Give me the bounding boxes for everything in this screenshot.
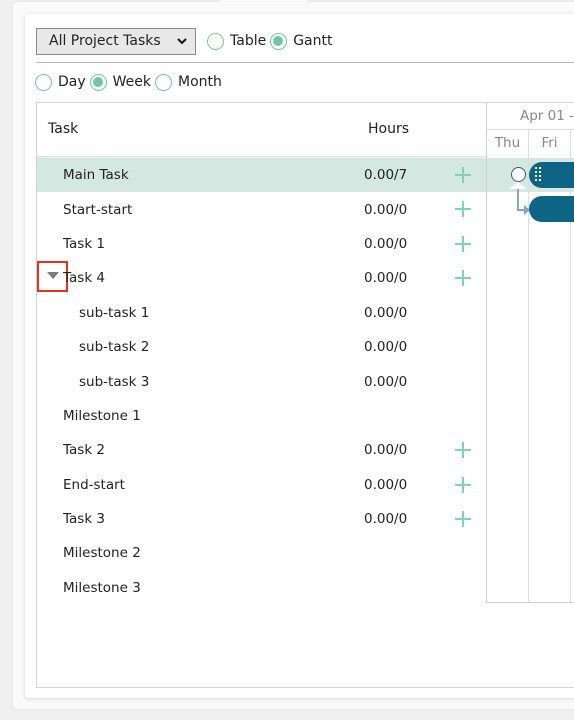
- task-name: End-start: [63, 476, 125, 493]
- caret-down-icon: [46, 272, 59, 280]
- task-row[interactable]: Task 4 0.00/0: [37, 261, 486, 295]
- task-hours: 0.00/0: [364, 201, 408, 218]
- task-rows: Main Task 0.00/7 Start-start 0.00/0 Task 1 0.…: [37, 158, 486, 605]
- task-name: sub-task 2: [79, 339, 150, 356]
- task-row[interactable]: Task 3 0.00/0: [37, 502, 486, 536]
- task-name: Main Task: [63, 167, 129, 184]
- task-name: Milestone 3: [63, 579, 141, 596]
- task-row[interactable]: End-start 0.00/0: [37, 468, 486, 502]
- task-row[interactable]: Milestone 2: [37, 536, 486, 570]
- week-scale-radio[interactable]: [89, 73, 107, 91]
- task-name: Milestone 1: [63, 407, 141, 424]
- drag-handle-icon[interactable]: [534, 166, 544, 184]
- gantt-chart: Apr 01 - Thu Fri: [486, 103, 574, 603]
- task-filter-select[interactable]: All Project Tasks: [36, 27, 196, 55]
- week-scale-label[interactable]: Week: [113, 74, 151, 90]
- task-hours: 0.00/0: [364, 304, 408, 321]
- task-name: Task 1: [63, 235, 106, 252]
- task-grid-header: Task Hours: [37, 103, 486, 157]
- month-scale-label[interactable]: Month: [178, 74, 222, 90]
- task-hours: 0.00/0: [364, 339, 408, 356]
- day-scale-label[interactable]: Day: [58, 74, 86, 90]
- task-hours: 0.00/0: [364, 235, 408, 252]
- hours-column-header[interactable]: Hours: [368, 121, 409, 137]
- task-name: Task 3: [63, 511, 106, 528]
- add-subtask-icon[interactable]: [454, 510, 472, 528]
- task-row[interactable]: Task 2 0.00/0: [37, 433, 486, 467]
- add-subtask-icon[interactable]: [454, 441, 472, 459]
- day-scale-radio[interactable]: [35, 73, 52, 91]
- task-row[interactable]: sub-task 1 0.00/0: [37, 296, 486, 330]
- task-name: sub-task 3: [79, 373, 150, 390]
- task-name: Milestone 2: [63, 545, 141, 562]
- gantt-grid: Task Hours Main Task 0.00/7 Start-start 0.0…: [36, 102, 574, 688]
- gantt-week-label: Apr 01 -: [487, 103, 574, 130]
- gantt-bar-start-start[interactable]: [529, 196, 574, 222]
- task-row[interactable]: Main Task 0.00/7: [37, 158, 486, 193]
- task-hours: 0.00/0: [364, 442, 408, 459]
- link-handle-pointer: [509, 182, 527, 189]
- task-hours: 0.00/7: [364, 167, 408, 184]
- task-row[interactable]: Milestone 1: [37, 399, 486, 433]
- add-subtask-icon[interactable]: [454, 235, 472, 253]
- gantt-day-thu: Thu: [487, 130, 529, 157]
- gantt-day-fri: Fri: [529, 130, 571, 157]
- gantt-view-label[interactable]: Gantt: [293, 33, 332, 49]
- task-row[interactable]: sub-task 2 0.00/0: [37, 330, 486, 364]
- task-column-header[interactable]: Task: [48, 121, 78, 137]
- task-hours: 0.00/0: [364, 373, 408, 390]
- task-row[interactable]: sub-task 3 0.00/0: [37, 364, 486, 398]
- task-hours: 0.00/0: [364, 270, 408, 287]
- add-subtask-icon[interactable]: [454, 166, 472, 184]
- add-subtask-icon[interactable]: [454, 269, 472, 287]
- task-row[interactable]: Start-start 0.00/0: [37, 192, 486, 226]
- task-name: sub-task 1: [79, 304, 150, 321]
- month-scale-radio[interactable]: [155, 73, 173, 91]
- chevron-down-icon: [177, 38, 187, 45]
- scale-toggle: Day Week Month: [35, 72, 226, 92]
- gantt-view-radio[interactable]: [270, 32, 288, 50]
- task-row[interactable]: Task 1 0.00/0: [37, 227, 486, 261]
- toolbar: All Project Tasks Table Gantt: [36, 27, 336, 55]
- toolbar-divider: [36, 62, 574, 63]
- table-view-label[interactable]: Table: [230, 33, 266, 49]
- add-subtask-icon[interactable]: [454, 476, 472, 494]
- task-hours: 0.00/0: [364, 476, 408, 493]
- link-handle-circle[interactable]: [511, 167, 526, 182]
- task-name: Task 4: [63, 270, 106, 287]
- add-subtask-icon[interactable]: [454, 200, 472, 218]
- task-hours: 0.00/0: [364, 511, 408, 528]
- task-filter-value: All Project Tasks: [49, 33, 161, 49]
- task-row[interactable]: Milestone 3: [37, 571, 486, 605]
- task-name: Start-start: [63, 201, 133, 218]
- task-name: Task 2: [63, 442, 106, 459]
- view-toggle: Table Gantt: [207, 32, 336, 50]
- table-view-radio[interactable]: [207, 32, 224, 50]
